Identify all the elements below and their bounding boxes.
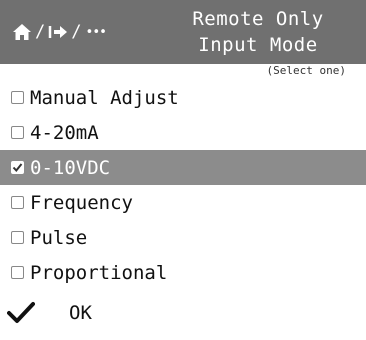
breadcrumb-separator: / bbox=[71, 22, 82, 42]
page-title-line2: Input Mode bbox=[198, 34, 318, 56]
option-label: Pulse bbox=[30, 226, 88, 249]
option-label: Frequency bbox=[30, 191, 133, 214]
option-4-20ma[interactable]: 4-20mA bbox=[0, 115, 366, 150]
option-label: Manual Adjust bbox=[30, 86, 179, 109]
home-icon[interactable] bbox=[12, 23, 32, 41]
option-frequency[interactable]: Frequency bbox=[0, 185, 366, 220]
option-label: Proportional bbox=[30, 261, 168, 284]
breadcrumb: / / ••• bbox=[12, 22, 108, 42]
option-label: 0-10VDC bbox=[30, 156, 111, 179]
breadcrumb-separator: / bbox=[35, 22, 46, 42]
header-bar: / / ••• Remote Only Input Mode bbox=[0, 0, 366, 64]
checkbox-unchecked[interactable] bbox=[11, 266, 24, 279]
option-label: 4-20mA bbox=[30, 121, 99, 144]
checkmark-icon bbox=[7, 301, 35, 325]
checkbox-unchecked[interactable] bbox=[11, 196, 24, 209]
checkbox-unchecked[interactable] bbox=[11, 91, 24, 104]
checkmark-icon bbox=[12, 163, 23, 173]
page-title-line1: Remote Only bbox=[192, 8, 324, 30]
ok-button[interactable]: OK bbox=[0, 296, 366, 330]
option-pulse[interactable]: Pulse bbox=[0, 220, 366, 255]
screen: / / ••• Remote Only Input Mode (Select o… bbox=[0, 0, 366, 340]
option-0-10vdc[interactable]: 0-10VDC bbox=[0, 150, 366, 185]
back-arrow-icon[interactable] bbox=[48, 23, 68, 41]
ok-label: OK bbox=[69, 302, 92, 324]
checkbox-checked[interactable] bbox=[11, 161, 24, 174]
option-manual-adjust[interactable]: Manual Adjust bbox=[0, 80, 366, 115]
checkbox-unchecked[interactable] bbox=[11, 231, 24, 244]
checkbox-unchecked[interactable] bbox=[11, 126, 24, 139]
option-list: Manual Adjust 4-20mA 0-10VDC Frequency P… bbox=[0, 80, 366, 290]
option-proportional[interactable]: Proportional bbox=[0, 255, 366, 290]
more-icon[interactable]: ••• bbox=[86, 25, 108, 40]
select-hint: (Select one) bbox=[266, 64, 346, 77]
